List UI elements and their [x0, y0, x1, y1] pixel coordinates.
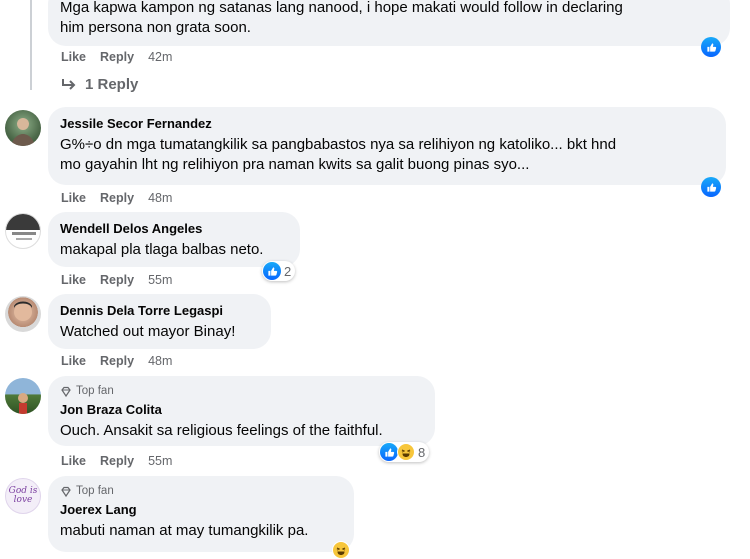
comment-time[interactable]: 48m [148, 353, 172, 369]
comment-text-line: mo gayahin lht ng relihiyon pra naman kw… [60, 156, 530, 173]
top-fan-label: Top fan [76, 485, 114, 497]
reply-arrow-icon [62, 78, 76, 90]
comment-time[interactable]: 48m [148, 190, 172, 206]
comment-actions: Like Reply 48m [61, 190, 172, 206]
reaction-summary[interactable]: 2 [262, 261, 296, 281]
comment-author[interactable]: Joerex Lang [60, 501, 342, 518]
comment-bubble: Wendell Delos Angeles makapal pla tlaga … [48, 212, 300, 267]
like-button[interactable]: Like [61, 190, 86, 206]
top-fan-badge: Top fan [60, 484, 342, 499]
like-button[interactable]: Like [61, 453, 86, 469]
comment-bubble: Dennis Dela Torre Legaspi Watched out ma… [48, 294, 271, 349]
comment-time[interactable]: 55m [148, 272, 172, 288]
reaction-count: 8 [418, 444, 426, 460]
reply-button[interactable]: Reply [100, 453, 134, 469]
comment-bubble: Mga kapwa kampon ng satanas lang nanood,… [48, 0, 730, 46]
comment-text-line: Mga kapwa kampon ng satanas lang nanood,… [60, 0, 623, 16]
avatar[interactable]: God is love [5, 478, 41, 514]
comment-text-line: him persona non grata soon. [60, 19, 251, 36]
comment-time[interactable]: 55m [148, 453, 172, 469]
diamond-icon [61, 386, 71, 397]
avatar[interactable] [5, 378, 41, 414]
top-fan-badge: Top fan [60, 384, 423, 399]
top-fan-label: Top fan [76, 385, 114, 397]
comment-actions: Like Reply 42m [61, 49, 172, 65]
comment-text-line: G%÷o dn mga tumatangkilik sa pangbabasto… [60, 136, 617, 153]
comment-author[interactable]: Wendell Delos Angeles [60, 220, 288, 237]
like-reaction-icon[interactable] [701, 177, 721, 197]
diamond-icon [61, 486, 71, 497]
thread-line [30, 0, 32, 90]
like-reaction-icon [380, 443, 398, 461]
comment-author[interactable]: Jessile Secor Fernandez [60, 115, 714, 132]
avatar-logo-text: God is love [8, 486, 38, 505]
avatar[interactable] [5, 296, 41, 332]
view-replies-link[interactable]: 1 Reply [61, 76, 138, 93]
like-button[interactable]: Like [61, 272, 86, 288]
reply-button[interactable]: Reply [100, 353, 134, 369]
reply-button[interactable]: Reply [100, 49, 134, 65]
haha-reaction-icon[interactable] [332, 541, 350, 559]
like-reaction-icon [263, 262, 281, 280]
reaction-count: 2 [284, 263, 292, 279]
like-button[interactable]: Like [61, 49, 86, 65]
avatar[interactable] [5, 213, 41, 249]
comment-text: mabuti naman at may tumangkilik pa. [60, 522, 309, 539]
reply-button[interactable]: Reply [100, 272, 134, 288]
comment-text: Ouch. Ansakit sa religious feelings of t… [60, 422, 383, 439]
comment-time[interactable]: 42m [148, 49, 172, 65]
comment-text: Watched out mayor Binay! [60, 323, 236, 340]
like-button[interactable]: Like [61, 353, 86, 369]
comment-text: makapal pla tlaga balbas neto. [60, 241, 264, 258]
comment-bubble: Jessile Secor Fernandez G%÷o dn mga tuma… [48, 107, 726, 185]
haha-reaction-icon [397, 443, 415, 461]
like-reaction-icon[interactable] [701, 37, 721, 57]
comment-actions: Like Reply 48m [61, 353, 172, 369]
comment-bubble: Top fan Jon Braza Colita Ouch. Ansakit s… [48, 376, 435, 446]
reaction-summary[interactable]: 8 [379, 442, 430, 462]
comment-actions: Like Reply 55m [61, 453, 172, 469]
comment-actions: Like Reply 55m [61, 272, 172, 288]
reply-button[interactable]: Reply [100, 190, 134, 206]
comment-bubble: Top fan Joerex Lang mabuti naman at may … [48, 476, 354, 552]
avatar[interactable] [5, 110, 41, 146]
comment-author[interactable]: Dennis Dela Torre Legaspi [60, 302, 259, 319]
replies-count: 1 Reply [85, 76, 139, 93]
comment-author[interactable]: Jon Braza Colita [60, 401, 423, 418]
